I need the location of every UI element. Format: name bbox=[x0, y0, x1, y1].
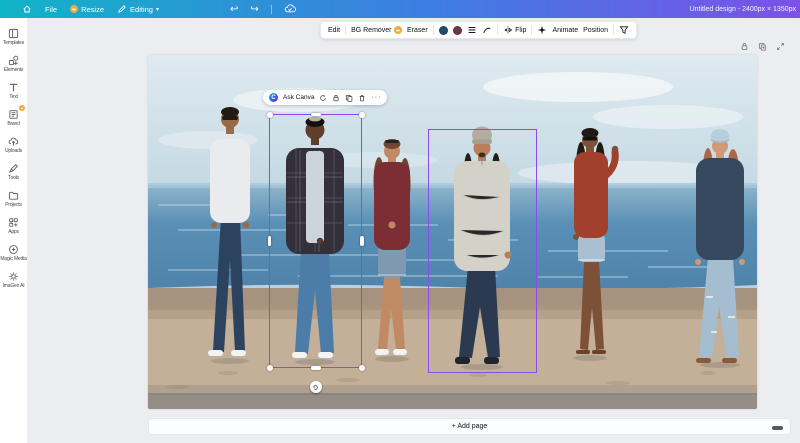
templates-icon bbox=[8, 28, 19, 39]
resize-handle-top-left[interactable] bbox=[267, 112, 273, 118]
editing-mode-dropdown[interactable]: Editing ▾ bbox=[117, 4, 159, 14]
position-button[interactable]: Position bbox=[583, 27, 608, 34]
selection-box[interactable] bbox=[269, 114, 362, 368]
magic-media-icon bbox=[8, 244, 19, 255]
crown-icon bbox=[70, 5, 78, 13]
chevron-down-icon: ▾ bbox=[156, 6, 159, 13]
home-icon bbox=[22, 4, 32, 14]
curve-icon[interactable] bbox=[482, 25, 492, 35]
text-icon bbox=[8, 82, 19, 93]
document-title[interactable]: Untitled design - 2400px × 1350px bbox=[690, 0, 796, 18]
ask-canva-button[interactable]: Ask Canva bbox=[283, 94, 314, 101]
rotate-handle[interactable] bbox=[310, 381, 322, 393]
resize-handle-right[interactable] bbox=[360, 236, 364, 246]
color-chip-1[interactable] bbox=[439, 26, 448, 35]
home-button[interactable] bbox=[22, 4, 32, 14]
pencil-icon bbox=[117, 4, 127, 14]
effects-sparkle-icon[interactable] bbox=[537, 25, 547, 35]
duplicate-icon[interactable] bbox=[345, 94, 353, 102]
element-action-bar: C Ask Canva ··· bbox=[263, 90, 387, 105]
brand-icon bbox=[8, 109, 19, 120]
toolbar-divider bbox=[345, 25, 346, 35]
lock-icon[interactable] bbox=[332, 94, 340, 102]
hover-outline-box[interactable] bbox=[428, 129, 537, 373]
file-menu[interactable]: File bbox=[45, 5, 57, 14]
redo-button[interactable]: ↪ bbox=[250, 4, 258, 15]
crown-icon bbox=[394, 26, 402, 34]
resize-handle-bottom[interactable] bbox=[311, 366, 321, 370]
resize-button[interactable]: Resize bbox=[70, 5, 104, 14]
sidebar-item-magic-media[interactable]: Magic Media bbox=[0, 239, 28, 266]
expand-page-icon[interactable] bbox=[776, 42, 785, 51]
regenerate-icon[interactable] bbox=[319, 94, 327, 102]
toolbar-divider bbox=[613, 25, 614, 35]
resize-handle-bottom-left[interactable] bbox=[267, 365, 273, 371]
apps-icon bbox=[8, 217, 19, 228]
topbar-divider bbox=[271, 5, 272, 14]
toolbar-divider bbox=[497, 25, 498, 35]
sidebar-item-elements[interactable]: Elements bbox=[0, 50, 28, 77]
toolbar-divider bbox=[433, 25, 434, 35]
sidebar-item-imagen-ai[interactable]: ImaGen AI bbox=[0, 266, 28, 293]
lock-page-icon[interactable] bbox=[740, 42, 749, 51]
crown-icon bbox=[19, 105, 25, 111]
rotate-icon bbox=[312, 384, 319, 391]
bg-remover-button[interactable]: BG Remover bbox=[351, 26, 402, 34]
more-options-button[interactable]: ··· bbox=[371, 94, 381, 101]
sidebar-item-templates[interactable]: Templates bbox=[0, 23, 28, 50]
undo-button[interactable]: ↩ bbox=[230, 4, 238, 15]
sidebar-item-text[interactable]: Text bbox=[0, 77, 28, 104]
delete-icon[interactable] bbox=[358, 94, 366, 102]
context-toolbar: Edit BG Remover Eraser Flip Animate Posi… bbox=[320, 21, 637, 39]
adjust-icon[interactable] bbox=[467, 25, 477, 35]
color-chip-2[interactable] bbox=[453, 26, 462, 35]
canvas-page[interactable] bbox=[148, 55, 757, 409]
sidebar-item-apps[interactable]: Apps bbox=[0, 212, 28, 239]
scrollbar-thumb[interactable] bbox=[772, 426, 783, 430]
resize-handle-bottom-right[interactable] bbox=[359, 365, 365, 371]
edit-button[interactable]: Edit bbox=[328, 27, 340, 34]
flip-button[interactable]: Flip bbox=[503, 25, 527, 35]
top-bar: File Resize Editing ▾ ↩ ↪ Untitled desig… bbox=[0, 0, 800, 18]
eraser-button[interactable]: Eraser bbox=[407, 27, 428, 34]
elements-icon bbox=[8, 55, 19, 66]
uploads-icon bbox=[8, 136, 19, 147]
animate-button[interactable]: Animate bbox=[552, 27, 578, 34]
resize-handle-left[interactable] bbox=[268, 236, 272, 246]
resize-handle-top[interactable] bbox=[311, 113, 321, 117]
filter-funnel-icon[interactable] bbox=[619, 25, 629, 35]
projects-icon bbox=[8, 190, 19, 201]
sidebar-item-uploads[interactable]: Uploads bbox=[0, 131, 28, 158]
resize-handle-top-right[interactable] bbox=[359, 112, 365, 118]
flip-icon bbox=[503, 25, 513, 35]
sidebar-item-tools[interactable]: Tools bbox=[0, 158, 28, 185]
sidebar-item-projects[interactable]: Projects bbox=[0, 185, 28, 212]
sidebar-item-brand[interactable]: Brand bbox=[0, 104, 28, 131]
cloud-saved-icon bbox=[284, 3, 296, 15]
add-page-button[interactable]: + Add page bbox=[148, 418, 791, 435]
left-sidebar: Templates Elements Text Brand Uploads To… bbox=[0, 18, 28, 443]
page-controls bbox=[740, 42, 785, 51]
imagen-ai-icon bbox=[8, 271, 19, 282]
canva-logo-icon: C bbox=[269, 93, 278, 102]
tools-icon bbox=[8, 163, 19, 174]
toolbar-divider bbox=[531, 25, 532, 35]
duplicate-page-icon[interactable] bbox=[758, 42, 767, 51]
